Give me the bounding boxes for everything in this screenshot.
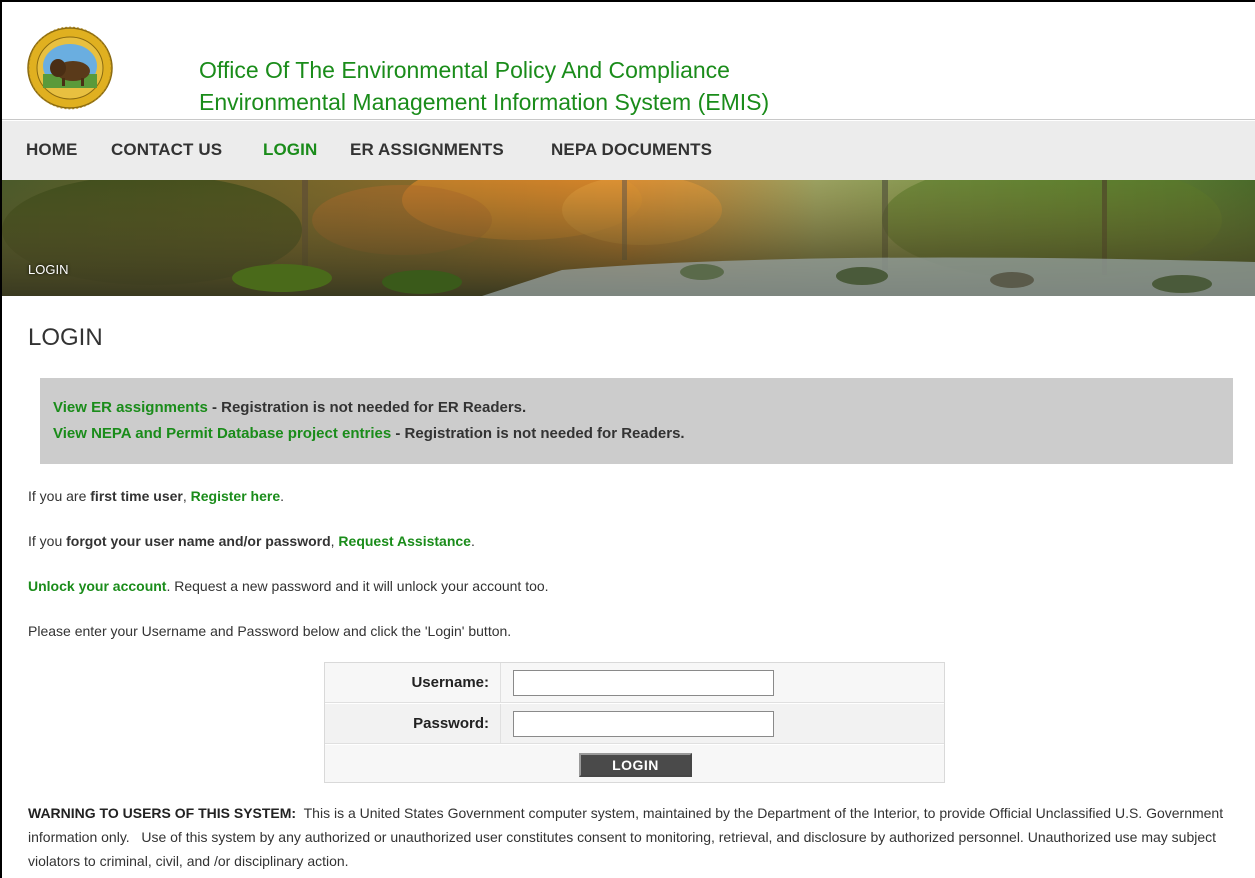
doi-seal-logo[interactable]: [26, 26, 114, 110]
nav-home[interactable]: HOME: [26, 140, 77, 160]
submit-row: LOGIN: [325, 745, 944, 782]
forgot-paragraph: If you forgot your user name and/or pass…: [28, 533, 475, 549]
forgot-end-text: .: [470, 533, 475, 549]
forgot-pre-text: If you: [28, 533, 67, 549]
notice-line-er-text: - Registration is not needed for ER Read…: [207, 399, 527, 416]
login-form: Username: Password: LOGIN: [324, 662, 945, 783]
warning-notice: WARNING TO USERS OF THIS SYSTEM: This is…: [28, 801, 1243, 873]
nav-er-assignments[interactable]: ER ASSIGNMENTS: [350, 140, 504, 160]
request-assistance-link[interactable]: Request Assistance: [338, 533, 471, 549]
nav-nepa-documents[interactable]: NEPA DOCUMENTS: [551, 140, 712, 160]
instructions-paragraph: Please enter your Username and Password …: [28, 623, 512, 639]
username-label: Username:: [325, 663, 501, 703]
register-end-text: .: [280, 488, 285, 504]
password-row: Password:: [325, 704, 944, 744]
banner-breadcrumb: LOGIN: [28, 262, 69, 277]
register-bold-text: first time user: [90, 488, 183, 504]
page-title: LOGIN: [28, 324, 103, 351]
notice-line-er: View ER assignments - Registration is no…: [53, 395, 1220, 421]
password-label: Password:: [325, 704, 501, 744]
register-pre-text: If you are: [28, 488, 91, 504]
username-row: Username:: [325, 663, 944, 703]
warning-heading: WARNING TO USERS OF THIS SYSTEM:: [28, 805, 297, 821]
site-title: Office Of The Environmental Policy And C…: [199, 54, 769, 118]
password-input[interactable]: [513, 711, 774, 737]
unlock-account-link[interactable]: Unlock your account: [28, 578, 166, 594]
username-input[interactable]: [513, 670, 774, 696]
notice-line-nepa: View NEPA and Permit Database project en…: [53, 421, 1220, 447]
site-title-line2: Environmental Management Information Sys…: [199, 89, 770, 115]
forest-banner: LOGIN: [2, 180, 1255, 296]
notice-line-nepa-text: - Registration is not needed for Readers…: [391, 425, 685, 442]
reader-notice-box: View ER assignments - Registration is no…: [40, 378, 1233, 464]
unlock-text: . Request a new password and it will unl…: [166, 578, 549, 594]
register-sep-text: ,: [182, 488, 191, 504]
view-nepa-entries-link[interactable]: View NEPA and Permit Database project en…: [53, 425, 391, 442]
page-frame: Office Of The Environmental Policy And C…: [0, 0, 1255, 878]
forest-stream-image: [2, 180, 1255, 296]
unlock-paragraph: Unlock your account. Request a new passw…: [28, 578, 549, 594]
login-button[interactable]: LOGIN: [579, 753, 692, 777]
register-here-link[interactable]: Register here: [191, 488, 280, 504]
forgot-bold-text: forgot your user name and/or password: [66, 533, 331, 549]
nav-login[interactable]: LOGIN: [263, 140, 317, 160]
nav-contact-us[interactable]: CONTACT US: [111, 140, 222, 160]
site-header: Office Of The Environmental Policy And C…: [2, 2, 1255, 120]
register-paragraph: If you are first time user, Register her…: [28, 488, 284, 504]
main-nav: HOME CONTACT US LOGIN ER ASSIGNMENTS NEP…: [2, 121, 1255, 180]
view-er-assignments-link[interactable]: View ER assignments: [53, 399, 208, 416]
site-title-line1: Office Of The Environmental Policy And C…: [199, 57, 730, 83]
